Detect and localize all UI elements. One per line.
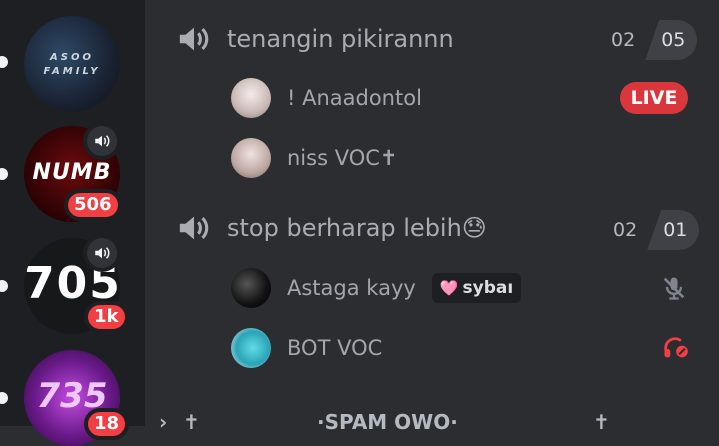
voice-channel[interactable]: tenangin pikirannn (177, 22, 454, 56)
server-icon-asoo-family[interactable]: ASOO FAMILY (24, 16, 120, 112)
channel-name: ·SPAM OWO· (317, 410, 458, 434)
server-label: NUMB (32, 160, 112, 185)
user-tag: 🩷 sybaı (431, 273, 522, 303)
channel-list: tenangin pikirannn 02 05 ! Anaadontol LI… (145, 0, 719, 434)
user-name: niss VOC✝ (287, 146, 398, 170)
voice-user[interactable]: Astaga kayy 🩷 sybaı (231, 268, 522, 308)
deafened-headset-icon (664, 337, 688, 358)
user-limit-max: 05 (645, 20, 698, 60)
muted-mic-icon (663, 277, 685, 300)
voice-connected-icon (83, 122, 121, 160)
heart-icon: 🩷 (439, 279, 459, 297)
user-limit: 02 01 (613, 210, 700, 250)
cross-icon: ✝ (183, 410, 200, 434)
user-count: 02 (611, 29, 636, 51)
live-badge: LIVE (620, 82, 688, 114)
user-count: 02 (613, 219, 638, 241)
user-limit-max: 01 (647, 210, 700, 250)
user-name: BOT VOC (287, 336, 383, 360)
speaker-icon (179, 27, 209, 51)
server-indicator (0, 280, 8, 292)
user-name: ! Anaadontol (287, 86, 422, 110)
user-name: Astaga kayy (287, 276, 416, 300)
voice-connected-icon (83, 234, 121, 272)
channel-name: stop berharap lebih😓 (227, 214, 487, 242)
chevron-right-icon: › (159, 410, 168, 434)
user-tag-text: sybaı (462, 278, 514, 298)
server-indicator (0, 392, 8, 404)
user-limit: 02 05 (611, 20, 698, 60)
speaker-icon (179, 216, 209, 240)
mention-count-badge: 1k (84, 301, 129, 333)
mention-count-badge: 18 (84, 408, 130, 440)
voice-channel[interactable]: stop berharap lebih😓 (177, 211, 487, 245)
cross-icon: ✝ (593, 410, 610, 434)
voice-user[interactable]: ! Anaadontol (231, 78, 422, 118)
server-label-line: FAMILY (43, 66, 101, 77)
server-label-line: ASOO (50, 52, 94, 63)
avatar (231, 328, 271, 368)
channel-name: tenangin pikirannn (227, 25, 454, 53)
voice-user[interactable]: niss VOC✝ (231, 138, 398, 178)
avatar (231, 138, 271, 178)
server-list: ASOO FAMILY NUMB 506 705 1k 735 18 (0, 0, 145, 446)
server-indicator (0, 168, 8, 180)
avatar (231, 78, 271, 118)
avatar (231, 268, 271, 308)
server-indicator (0, 56, 8, 68)
voice-user[interactable]: BOT VOC (231, 328, 382, 368)
mention-count-badge: 506 (64, 189, 122, 221)
